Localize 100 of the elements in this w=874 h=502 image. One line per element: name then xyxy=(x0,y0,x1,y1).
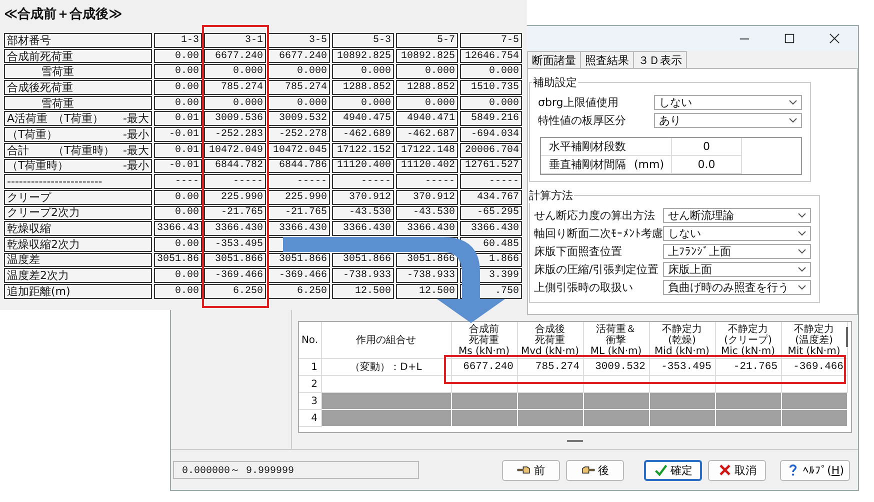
dialog-button[interactable]: 確定 xyxy=(644,460,702,480)
table-cell: 0.00 xyxy=(154,190,202,205)
group-title: 計算方法 xyxy=(528,188,574,203)
parameter-value[interactable]: 0 xyxy=(703,140,710,153)
dropdown[interactable]: 上ﾌﾗﾝｼﾞ上面 xyxy=(663,244,811,258)
table-cell: -738.933 xyxy=(396,268,458,283)
dialog-button[interactable]: 前 xyxy=(502,460,560,480)
load-label: （T荷重） xyxy=(7,128,59,141)
table-cell: （変動）：D+L xyxy=(321,358,451,376)
scrollbar[interactable] xyxy=(846,327,848,347)
table-cell: 0.00 xyxy=(154,206,202,220)
chevron-down-icon xyxy=(798,212,806,218)
table-cell: 3366.430 xyxy=(268,221,330,236)
dialog-button[interactable]: ﾍﾙﾌﾟ(H) xyxy=(780,460,850,480)
table-cell: -353.495 xyxy=(649,358,715,376)
setting-label: σbrg上限値使用 xyxy=(538,94,618,110)
table-cell: -252.278 xyxy=(268,127,330,142)
setting-label: 床版の圧縮/引張判定位置 xyxy=(534,262,659,276)
table-cell: 0.000 xyxy=(204,96,266,110)
row-label: 乾燥収縮2次力 xyxy=(7,238,80,251)
table-cell: 20006.704 xyxy=(460,142,522,158)
dropdown[interactable]: 負曲げ時のみ照査を行う xyxy=(663,280,811,294)
table-cell: 0.00 xyxy=(154,80,202,95)
parameter-label: 垂直補剛材間隔 xyxy=(549,157,626,172)
table-cell: 225.990 xyxy=(204,190,266,205)
table-cell: 434.767 xyxy=(460,190,522,205)
table-cell: 370.912 xyxy=(332,190,394,205)
parameter-value[interactable]: 0.0 xyxy=(698,158,716,171)
column-header: 合成後 死荷重 Mvd (kN·m) xyxy=(517,322,583,358)
table-cell: 0.00 xyxy=(154,284,202,299)
tab[interactable]: ３Ｄ表示 xyxy=(633,51,687,68)
table-cell: -252.283 xyxy=(204,127,266,142)
case-label: -最小 xyxy=(123,128,149,141)
table-cell: 3051.86 xyxy=(154,252,202,268)
table-cell: -21.765 xyxy=(204,206,266,220)
table-cell: 1288.852 xyxy=(332,80,394,95)
table-cell: ----- xyxy=(332,174,394,189)
pointing-hand-icon xyxy=(581,464,596,476)
table-cell: ----- xyxy=(396,174,458,189)
splitter-handle[interactable] xyxy=(567,440,583,442)
column-header: 活荷重＆ 衝撃 ML (kN·m) xyxy=(583,322,649,358)
dropdown[interactable]: しない xyxy=(654,94,802,110)
chevron-down-icon xyxy=(798,266,806,272)
table-cell: 3009.536 xyxy=(204,111,266,126)
table-cell: -369.466 xyxy=(268,268,330,283)
table-cell: 3366.430 xyxy=(204,221,266,236)
column-header: 不静定力 (クリープ) Mic (kN·m) xyxy=(715,322,781,358)
dropdown[interactable]: 床版上面 xyxy=(663,262,811,276)
row-label: クリープ2次力 xyxy=(7,206,80,220)
row-number: 3 xyxy=(299,392,321,410)
table-cell: 6677.240 xyxy=(451,358,517,376)
dropdown[interactable]: しない xyxy=(663,226,811,240)
chevron-down-icon xyxy=(798,230,806,236)
table-cell: 17122.152 xyxy=(332,142,394,158)
chevron-down-icon xyxy=(798,284,806,290)
table-cell: ----- xyxy=(268,174,330,189)
table-cell: 10892.825 xyxy=(332,48,394,64)
table-cell: 6.250 xyxy=(268,284,330,299)
row-label: クリープ xyxy=(7,190,51,204)
header-cell: 部材番号 xyxy=(4,33,152,48)
header-cell: 5-3 xyxy=(332,33,394,48)
case-label: -最小 xyxy=(123,159,149,172)
row-label: 温度差2次力 xyxy=(7,269,69,282)
row-label: 合計 xyxy=(7,144,30,157)
dialog-button[interactable]: 後 xyxy=(566,460,624,480)
row-number: 2 xyxy=(299,376,321,392)
row-label: 温度差 xyxy=(7,254,40,266)
table-cell: -462.689 xyxy=(332,127,394,142)
row-label: A活荷重 xyxy=(7,112,49,126)
header-cell: 3-1 xyxy=(204,33,266,48)
row-label: 合成前死荷重 xyxy=(7,50,73,62)
table-cell: 12761.527 xyxy=(460,158,522,174)
table-cell: 12.500 xyxy=(332,284,394,299)
table-cell: -462.687 xyxy=(396,127,458,142)
table-cell: 3366.430 xyxy=(396,221,458,236)
close-icon[interactable] xyxy=(829,33,840,44)
pointing-hand-icon xyxy=(517,464,532,476)
table-cell: 10472.045 xyxy=(268,142,330,158)
table-cell: 3366.430 xyxy=(332,221,394,236)
table-cell: 3051.866 xyxy=(268,252,330,268)
table-cell: 17122.148 xyxy=(396,142,458,158)
table-cell: 11120.402 xyxy=(396,158,458,174)
table-cell: 6677.240 xyxy=(268,48,330,64)
table-cell: -21.765 xyxy=(715,358,781,376)
tab[interactable]: 照査結果 xyxy=(580,51,634,68)
table-cell: 1288.852 xyxy=(396,80,458,95)
table-cell: 12646.754 xyxy=(460,48,522,64)
tab[interactable]: 断面諸量 xyxy=(527,51,581,68)
table-cell: 10892.825 xyxy=(396,48,458,64)
table-cell: 3051.866 xyxy=(396,252,458,268)
dropdown[interactable]: あり xyxy=(654,112,802,128)
dialog-button[interactable]: 取消 xyxy=(708,460,766,480)
load-label: （T荷重時） xyxy=(7,159,70,172)
row-label: 合成後死荷重 xyxy=(7,81,73,94)
dropdown[interactable]: せん断流理論 xyxy=(663,208,811,222)
maximize-icon[interactable] xyxy=(784,33,795,44)
table-cell: 0.00 xyxy=(154,236,202,252)
row-label: 乾燥収縮 xyxy=(7,222,51,235)
table-cell: -369.466 xyxy=(204,268,266,283)
table-cell: 0.000 xyxy=(332,64,394,80)
